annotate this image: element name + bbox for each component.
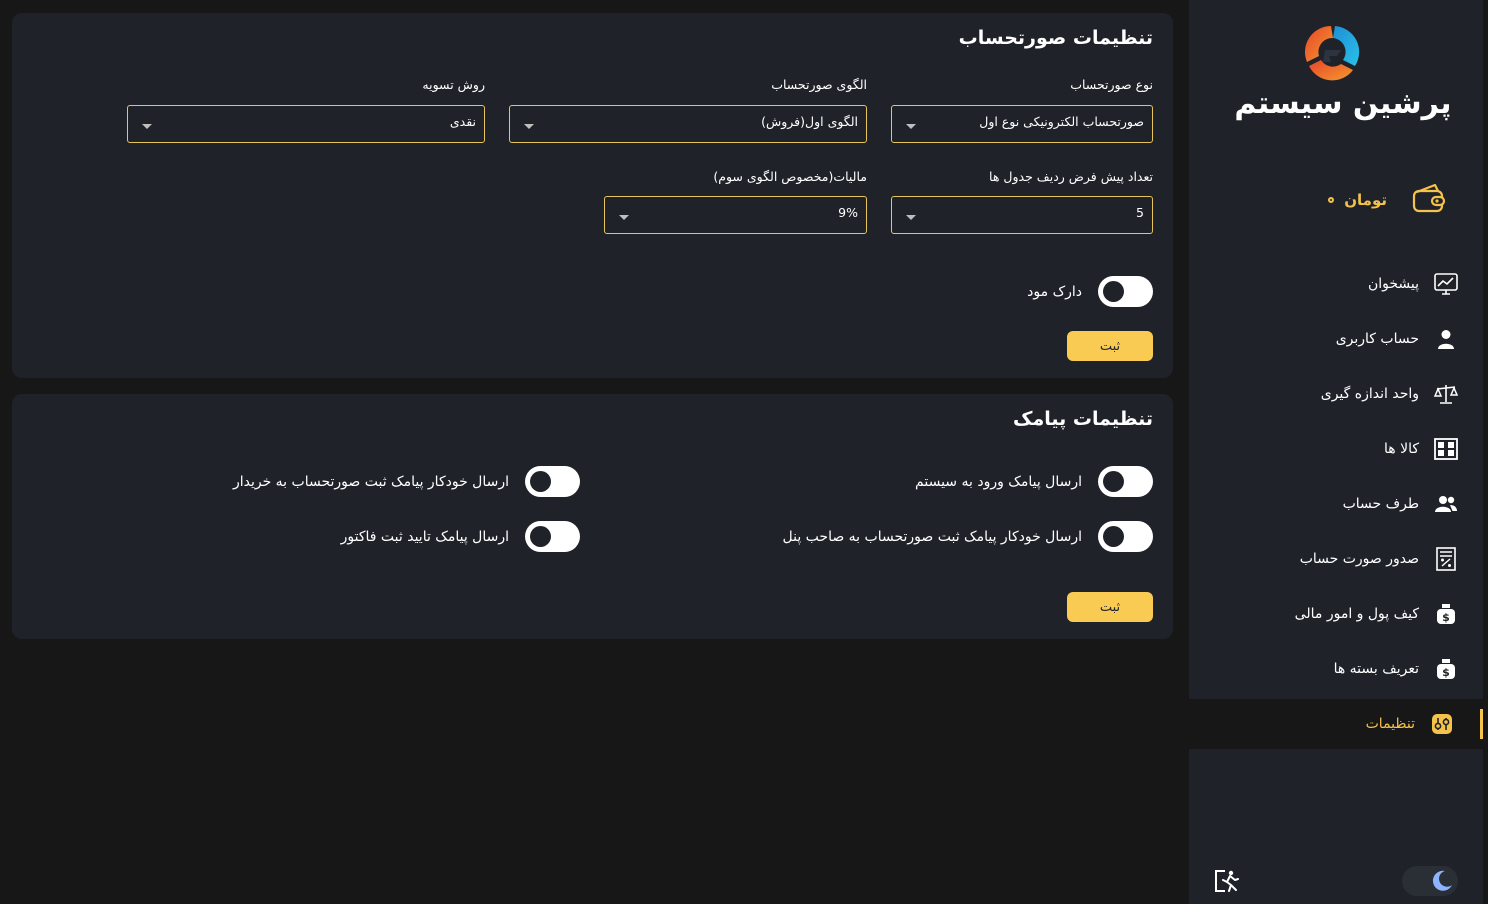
- tax-label: مالیات(مخصوص الگوی سوم): [713, 169, 867, 184]
- sidebar-item-label: طرف حساب: [1342, 495, 1419, 512]
- panel-owner-auto-sms-switch[interactable]: [1098, 521, 1153, 552]
- sidebar-menu: پیشخوان حساب کاربری واحد اندازه گیری کال…: [1189, 256, 1483, 749]
- sidebar-item-settings[interactable]: تنظیمات: [1189, 699, 1483, 749]
- sidebar-item-dashboard[interactable]: پیشخوان: [1189, 256, 1483, 311]
- sidebar-item-units[interactable]: واحد اندازه گیری: [1189, 366, 1483, 421]
- chevron-down-icon: [524, 123, 534, 129]
- dashboard-chart-icon: [1433, 271, 1459, 297]
- default-rows-label: تعداد پیش فرض ردیف جدول ها: [989, 169, 1153, 184]
- buyer-auto-sms-label: ارسال خودکار پیامک ثبت صورتحساب به خریدا…: [232, 473, 509, 490]
- sidebar-item-products[interactable]: کالا ها: [1189, 421, 1483, 476]
- settings-sliders-icon: [1429, 711, 1455, 737]
- money-bag-icon: $: [1433, 601, 1459, 627]
- logout-icon[interactable]: [1213, 868, 1241, 894]
- scale-icon: [1433, 381, 1459, 407]
- invoice-confirm-sms-switch[interactable]: [525, 521, 580, 552]
- dark-mode-row: دارک مود: [1027, 276, 1153, 307]
- sidebar-item-issue-invoice[interactable]: صدور صورت حساب: [1189, 531, 1483, 586]
- sidebar-item-label: واحد اندازه گیری: [1320, 385, 1419, 402]
- settlement-method-label: روش تسویه: [422, 77, 485, 92]
- wallet-icon: [1412, 183, 1446, 213]
- chevron-down-icon: [619, 214, 629, 220]
- chevron-down-icon: [906, 214, 916, 220]
- sidebar-item-wallet-finance[interactable]: کیف پول و امور مالی $: [1189, 586, 1483, 641]
- login-sms-row: ارسال پیامک ورود به سیستم: [915, 466, 1153, 497]
- sidebar-item-label: تعریف بسته ها: [1333, 660, 1419, 677]
- invoice-confirm-sms-row: ارسال پیامک تایید ثبت فاکتور: [341, 521, 580, 552]
- chevron-down-icon: [906, 123, 916, 129]
- invoice-settings-title: تنظیمات صورتحساب: [958, 27, 1153, 49]
- currency-dot: [1328, 197, 1335, 203]
- scrollbar[interactable]: [1483, 0, 1488, 904]
- buyer-auto-sms-switch[interactable]: [525, 466, 580, 497]
- invoice-pattern-value: الگوی اول(فروش): [761, 113, 858, 129]
- moon-icon: [1432, 870, 1452, 891]
- sidebar-item-user-account[interactable]: حساب کاربری: [1189, 311, 1483, 366]
- svg-text:$: $: [1442, 611, 1450, 624]
- sidebar: پرشین سیستم تومان پیشخوان حساب کاربری وا…: [1189, 0, 1483, 904]
- invoice-settings-card: تنظیمات صورتحساب نوع صورتحساب صورتحساب ا…: [12, 13, 1173, 378]
- sidebar-item-label: صدور صورت حساب: [1299, 550, 1419, 567]
- chevron-down-icon: [142, 123, 152, 129]
- invoice-icon: [1433, 546, 1459, 572]
- default-rows-value: 5: [1136, 204, 1144, 220]
- invoice-save-button[interactable]: ثبت: [1067, 331, 1153, 361]
- buyer-auto-sms-row: ارسال خودکار پیامک ثبت صورتحساب به خریدا…: [233, 466, 580, 497]
- theme-toggle[interactable]: [1402, 866, 1458, 896]
- currency-label: تومان: [1344, 191, 1387, 209]
- invoice-pattern-select[interactable]: الگوی اول(فروش): [509, 105, 867, 143]
- money-bag-icon: $: [1433, 656, 1459, 682]
- currency-indicator[interactable]: تومان: [1328, 183, 1446, 214]
- sidebar-item-counterparty[interactable]: طرف حساب: [1189, 476, 1483, 531]
- invoice-type-select[interactable]: صورتحساب الکترونیکی نوع اول: [891, 105, 1153, 143]
- sms-save-button[interactable]: ثبت: [1067, 592, 1153, 622]
- logo-icon: [1305, 26, 1360, 81]
- login-sms-label: ارسال پیامک ورود به سیستم: [915, 473, 1082, 490]
- sidebar-item-label: کیف پول و امور مالی: [1294, 605, 1419, 622]
- warehouse-icon: [1433, 436, 1459, 462]
- dark-mode-switch[interactable]: [1098, 276, 1153, 307]
- settlement-method-value: نقدی: [449, 113, 476, 129]
- login-sms-switch[interactable]: [1098, 466, 1153, 497]
- sidebar-item-label: پیشخوان: [1367, 275, 1419, 292]
- tax-value: 9%: [838, 204, 858, 220]
- panel-owner-auto-sms-label: ارسال خودکار پیامک ثبت صورتحساب به صاحب …: [782, 528, 1083, 545]
- user-icon: [1433, 326, 1459, 352]
- sidebar-item-label: کالا ها: [1383, 440, 1419, 457]
- dark-mode-label: دارک مود: [1027, 283, 1082, 300]
- sidebar-item-label: تنظیمات: [1365, 716, 1415, 732]
- svg-text:$: $: [1442, 666, 1450, 679]
- users-icon: [1433, 491, 1459, 517]
- invoice-type-value: صورتحساب الکترونیکی نوع اول: [979, 113, 1144, 129]
- tax-select[interactable]: 9%: [604, 196, 867, 234]
- brand-name: پرشین سیستم: [1234, 86, 1452, 121]
- sms-settings-title: تنظیمات پیامک: [1013, 408, 1153, 430]
- default-rows-select[interactable]: 5: [891, 196, 1153, 234]
- invoice-confirm-sms-label: ارسال پیامک تایید ثبت فاکتور: [340, 528, 509, 545]
- invoice-type-label: نوع صورتحساب: [1070, 77, 1153, 92]
- sidebar-item-packages[interactable]: تعریف بسته ها $: [1189, 641, 1483, 696]
- sms-settings-card: تنظیمات پیامک ارسال پیامک ورود به سیستم …: [12, 394, 1173, 639]
- settlement-method-select[interactable]: نقدی: [127, 105, 485, 143]
- invoice-pattern-label: الگوی صورتحساب: [771, 77, 867, 92]
- sidebar-item-label: حساب کاربری: [1335, 330, 1419, 347]
- panel-owner-auto-sms-row: ارسال خودکار پیامک ثبت صورتحساب به صاحب …: [782, 521, 1153, 552]
